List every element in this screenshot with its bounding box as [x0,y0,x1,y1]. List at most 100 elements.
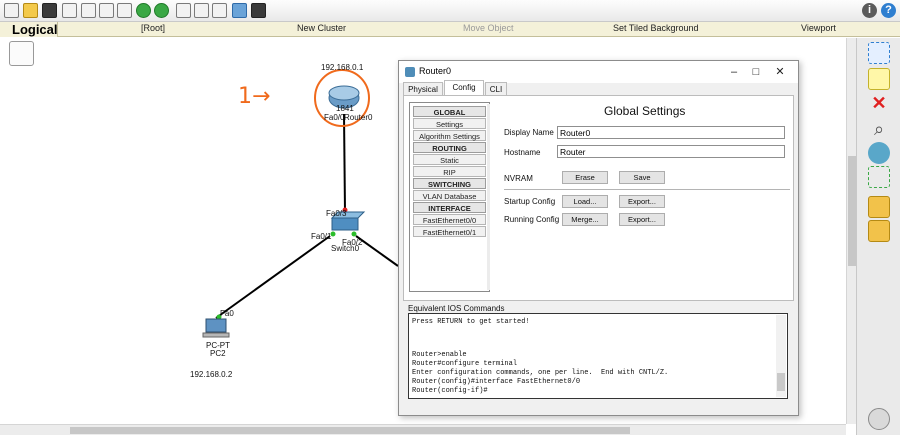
nav-header-global: GLOBAL [413,106,486,117]
switch-pc-link [215,235,331,319]
scroll-thumb[interactable] [70,427,630,434]
undo-icon[interactable] [136,3,151,18]
select-tool-icon[interactable] [868,42,890,64]
common-tools-panel: ✕ ⌕ [856,38,900,435]
copy-icon[interactable] [99,3,114,18]
workspace-horizontal-scrollbar[interactable] [0,424,846,435]
save-button[interactable]: Save [619,171,665,184]
config-navigation-list: GLOBAL Settings Algorithm Settings ROUTI… [409,102,490,292]
move-object-button[interactable]: Move Object [463,23,514,33]
new-cluster-button[interactable]: New Cluster [297,23,346,33]
router-app-icon [405,67,415,77]
close-button[interactable]: ✕ [769,64,791,80]
link-status-green [351,231,357,237]
console-line: Router#configure terminal [412,360,518,368]
tab-cli[interactable]: CLI [485,82,507,96]
logical-tab-label: Logical [12,22,58,37]
running-merge-button[interactable]: Merge... [562,213,608,226]
router-config-dialog: Router0 – □ ✕ Physical Config CLI GLOBAL… [398,60,799,416]
router-name-label: Router0 [344,113,373,122]
hostname-label: Hostname [504,148,541,157]
display-name-label: Display Name [504,128,554,137]
realtime-clock-icon[interactable] [868,408,890,430]
zoom-reset-icon[interactable] [194,3,209,18]
switch-name-label: Switch0 [331,244,360,253]
console-scrollbar[interactable] [776,315,786,397]
pc-ip-label: 192.168.0.2 [190,370,233,379]
cluster-view-icon[interactable] [9,41,34,66]
console-line: Router(config)#interface FastEthernet0/0 [412,378,581,386]
scroll-thumb[interactable] [848,156,856,266]
console-line: Press RETURN to get started! [412,318,530,326]
annotation-number: 1→ [238,84,271,109]
pc-icon [202,318,230,338]
activity-wizard-icon[interactable] [81,3,96,18]
ios-commands-console[interactable]: Press RETURN to get started! Router>enab… [408,313,788,399]
print-icon[interactable] [62,3,77,18]
router-ip-label: 192.168.0.1 [321,63,364,72]
nvram-label: NVRAM [504,174,533,183]
add-complex-pdu-icon[interactable] [868,220,890,242]
nav-item-fastethernet0-0[interactable]: FastEthernet0/0 [413,214,486,225]
display-name-input[interactable] [557,126,785,139]
nav-item-settings[interactable]: Settings [413,118,486,129]
switch-port-up-label: Fa0/3 [326,209,347,218]
resize-shape-icon[interactable] [868,166,890,188]
paste-icon[interactable] [117,3,132,18]
equivalent-ios-commands-label: Equivalent IOS Commands [408,304,505,313]
router-port-label: Fa0/0 [324,113,345,122]
console-line: Enter configuration commands, one per li… [412,369,669,377]
inspect-icon[interactable]: ⌕ [868,118,890,140]
set-tiled-background-button[interactable]: Set Tiled Background [613,23,699,33]
redo-icon[interactable] [154,3,169,18]
minimize-button[interactable]: – [723,64,745,80]
hostname-input[interactable] [557,145,785,158]
zoom-in-icon[interactable] [176,3,191,18]
info-icon[interactable]: i [862,3,877,18]
switch-port-left-label: Fa0/1 [311,232,332,241]
startup-export-button[interactable]: Export... [619,195,665,208]
drawing-palette-icon[interactable] [232,3,247,18]
dialog-title: Router0 [419,66,452,76]
startup-load-button[interactable]: Load... [562,195,608,208]
viewport-button[interactable]: Viewport [801,23,836,33]
config-panel: GLOBAL Settings Algorithm Settings ROUTI… [403,95,794,301]
console-line: Router(config-if)# [412,387,488,395]
nav-item-rip[interactable]: RIP [413,166,486,177]
draw-shape-icon[interactable] [868,142,890,164]
add-simple-pdu-icon[interactable] [868,196,890,218]
new-file-icon[interactable] [4,3,19,18]
running-config-label: Running Config [504,215,560,224]
nav-scrollbar[interactable] [487,104,490,290]
help-icon[interactable]: ? [881,3,896,18]
global-settings-heading: Global Settings [604,104,686,118]
custom-devices-icon[interactable] [251,3,266,18]
root-link[interactable]: [Root] [141,23,165,33]
tab-physical[interactable]: Physical [403,82,443,96]
nav-header-interface: INTERFACE [413,202,486,213]
divider [504,189,790,190]
scroll-thumb[interactable] [777,373,785,391]
workspace-vertical-scrollbar[interactable] [846,38,856,424]
open-folder-icon[interactable] [23,3,38,18]
nav-item-vlan-database[interactable]: VLAN Database [413,190,486,201]
maximize-button[interactable]: □ [745,64,767,80]
nav-item-algorithm-settings[interactable]: Algorithm Settings [413,130,486,141]
console-line: Router>enable [412,351,467,359]
tab-config[interactable]: Config [444,80,484,96]
workspace-navbar: [Root] New Cluster Move Object Set Tiled… [0,22,900,37]
erase-button[interactable]: Erase [562,171,608,184]
running-export-button[interactable]: Export... [619,213,665,226]
pc-name-label: PC2 [210,349,226,358]
main-toolbar: i ? [0,0,900,22]
nav-item-static[interactable]: Static [413,154,486,165]
zoom-out-icon[interactable] [212,3,227,18]
nav-item-fastethernet0-1[interactable]: FastEthernet0/1 [413,226,486,237]
delete-icon[interactable]: ✕ [868,92,890,114]
startup-config-label: Startup Config [504,197,556,206]
router-switch-link [343,113,346,213]
place-note-icon[interactable] [868,68,890,90]
nav-header-routing: ROUTING [413,142,486,153]
router-model-label: 1841 [336,104,354,113]
save-icon[interactable] [42,3,57,18]
